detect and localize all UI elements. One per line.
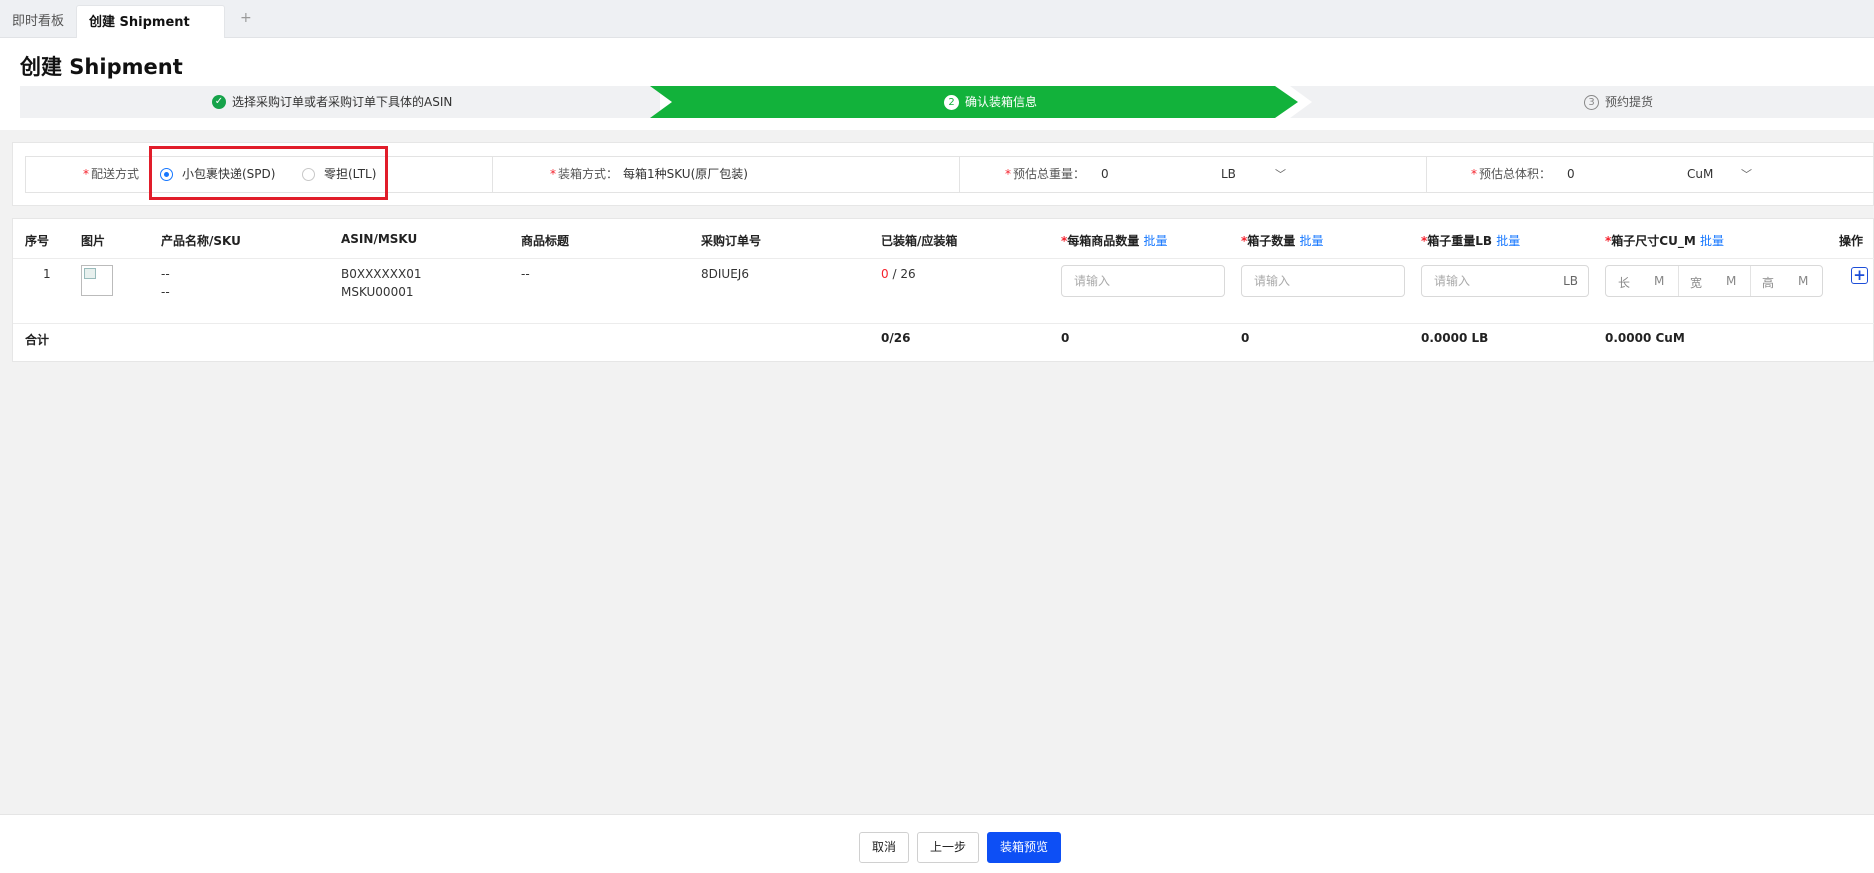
step-3-label: 预约提货 [1605,95,1654,109]
packing-method-field: * 装箱方式： 每箱1种SKU(原厂包装) [493,157,960,192]
packing-method-label: * 装箱方式： [550,167,619,181]
po-number: 8DIUEJ6 [701,267,749,281]
est-weight-value[interactable]: 0 [1101,157,1109,192]
step-2-label: 确认装箱信息 [965,95,1038,109]
totals-box-count: 0 [1241,331,1250,345]
col-product: 产品名称/SKU [161,234,241,248]
check-circle-icon: ✓ [212,95,226,109]
cancel-button[interactable]: 取消 [859,832,909,863]
est-weight-field: * 预估总重量： 0 LB ﹀ [960,157,1427,192]
box-count-input[interactable]: 请输入 [1241,265,1405,297]
per-box-qty-input[interactable]: 请输入 [1061,265,1225,297]
weight-unit-label: LB [1563,274,1578,288]
add-tab-button[interactable]: + [240,10,252,26]
col-per-box: *每箱商品数量 批量 [1061,234,1168,248]
weight-unit-select[interactable]: LB [1221,157,1236,192]
chevron-down-icon[interactable]: ﹀ [1275,157,1286,192]
msku-value: MSKU00001 [341,285,414,299]
highlight-box [149,146,388,200]
est-volume-field: * 预估总体积： 0 CuM ﹀ [1427,157,1874,192]
footer-actions: 取消 上一步 装箱预览 [0,814,1874,873]
step-1-label: 选择采购订单或者采购订单下具体的ASIN [232,95,453,109]
length-unit: M [1654,274,1665,288]
height-label[interactable]: 高 [1762,274,1774,291]
col-box-count: *箱子数量 批量 [1241,234,1324,248]
step-2-number: 2 [944,95,959,110]
col-action: 操作 [1839,234,1864,248]
header-divider [13,258,1874,259]
chevron-down-icon[interactable]: ﹀ [1741,157,1752,192]
bulk-box-count-link[interactable]: 批量 [1299,234,1323,248]
col-asin: ASIN/MSKU [341,232,418,246]
product-title: -- [521,267,530,281]
shipping-method-label: * 配送方式 [83,167,140,181]
col-image: 图片 [81,234,106,248]
step-1: ✓ 选择采购订单或者采购订单下具体的ASIN [20,86,660,118]
page-header: 创建 Shipment ✓ 选择采购订单或者采购订单下具体的ASIN 2 确认装箱… [0,38,1874,130]
col-title: 商品标题 [521,234,570,248]
totals-boxed: 0/26 [881,331,911,345]
width-unit: M [1726,274,1737,288]
height-unit: M [1798,274,1809,288]
step-3-number: 3 [1584,95,1599,110]
asin-value: B0XXXXXX01 [341,267,422,281]
est-weight-label: * 预估总重量： [1005,167,1086,181]
totals-label: 合计 [25,333,50,347]
page-title: 创建 Shipment [20,55,183,79]
totals-per-box: 0 [1061,331,1070,345]
est-volume-label: * 预估总体积： [1471,167,1552,181]
product-sku: -- [161,285,170,299]
totals-box-size: 0.0000 CuM [1605,331,1685,345]
packing-method-value: 每箱1种SKU(原厂包装) [623,167,748,181]
est-volume-value[interactable]: 0 [1567,157,1575,192]
row-index: 1 [43,267,51,281]
box-dimension-input[interactable]: 长 M 宽 M 高 M [1605,265,1823,297]
packing-preview-button[interactable]: 装箱预览 [987,832,1061,863]
product-image [81,265,113,296]
tab-create-shipment[interactable]: 创建 Shipment [76,5,225,38]
bulk-per-box-link[interactable]: 批量 [1143,234,1167,248]
packing-table: 序号 图片 产品名称/SKU ASIN/MSKU 商品标题 采购订单号 已装箱/… [12,218,1874,362]
length-label[interactable]: 长 [1618,274,1630,291]
col-box-size: *箱子尺寸CU_M 批量 [1605,234,1724,248]
col-po: 采购订单号 [701,234,762,248]
bulk-box-weight-link[interactable]: 批量 [1496,234,1520,248]
volume-unit-select[interactable]: CuM [1687,157,1713,192]
add-row-button[interactable]: + [1851,267,1868,284]
product-name: -- [161,267,170,281]
col-box-weight: *箱子重量LB 批量 [1421,234,1521,248]
prev-step-button[interactable]: 上一步 [917,832,979,863]
step-2: 2 确认装箱信息 [650,86,1298,118]
bulk-box-size-link[interactable]: 批量 [1700,234,1724,248]
tab-bar: 即时看板 创建 Shipment + [0,0,1874,38]
col-boxed: 已装箱/应装箱 [881,234,958,248]
boxed-count: 0 / 26 [881,267,916,281]
tab-dashboard[interactable]: 即时看板 [0,5,76,38]
box-weight-input[interactable]: 请输入 LB [1421,265,1589,297]
step-3: 3 预约提货 [1290,86,1874,118]
step-indicator: ✓ 选择采购订单或者采购订单下具体的ASIN 2 确认装箱信息 3 预约提货 [20,86,1874,118]
col-index: 序号 [25,234,50,248]
row-divider [13,323,1874,324]
totals-box-weight: 0.0000 LB [1421,331,1489,345]
width-label[interactable]: 宽 [1690,274,1702,291]
